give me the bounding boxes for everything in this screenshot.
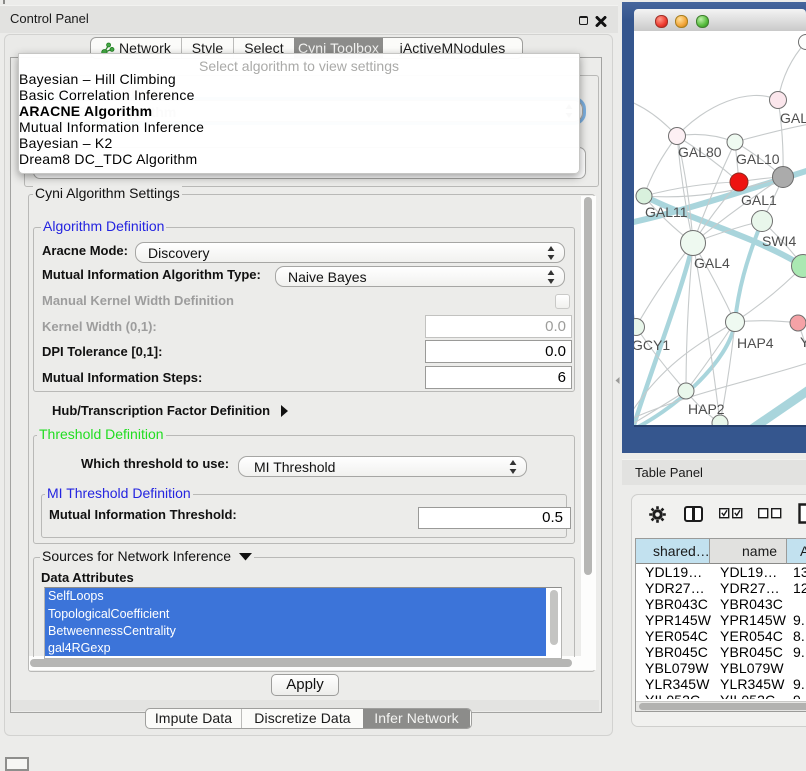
svg-text:HAP2: HAP2 bbox=[688, 401, 725, 417]
svg-text:GAL4: GAL4 bbox=[694, 255, 730, 271]
svg-text:HAP4: HAP4 bbox=[737, 335, 774, 351]
svg-text:GCY1: GCY1 bbox=[634, 337, 670, 353]
svg-text:Y: Y bbox=[800, 334, 806, 350]
svg-text:GAL10: GAL10 bbox=[736, 151, 780, 167]
svg-text:GAL7: GAL7 bbox=[780, 110, 806, 126]
svg-text:GAL1: GAL1 bbox=[741, 192, 777, 208]
svg-text:GAL11: GAL11 bbox=[645, 204, 688, 220]
svg-text:SWI4: SWI4 bbox=[762, 233, 796, 249]
svg-text:GAL80: GAL80 bbox=[678, 144, 722, 160]
